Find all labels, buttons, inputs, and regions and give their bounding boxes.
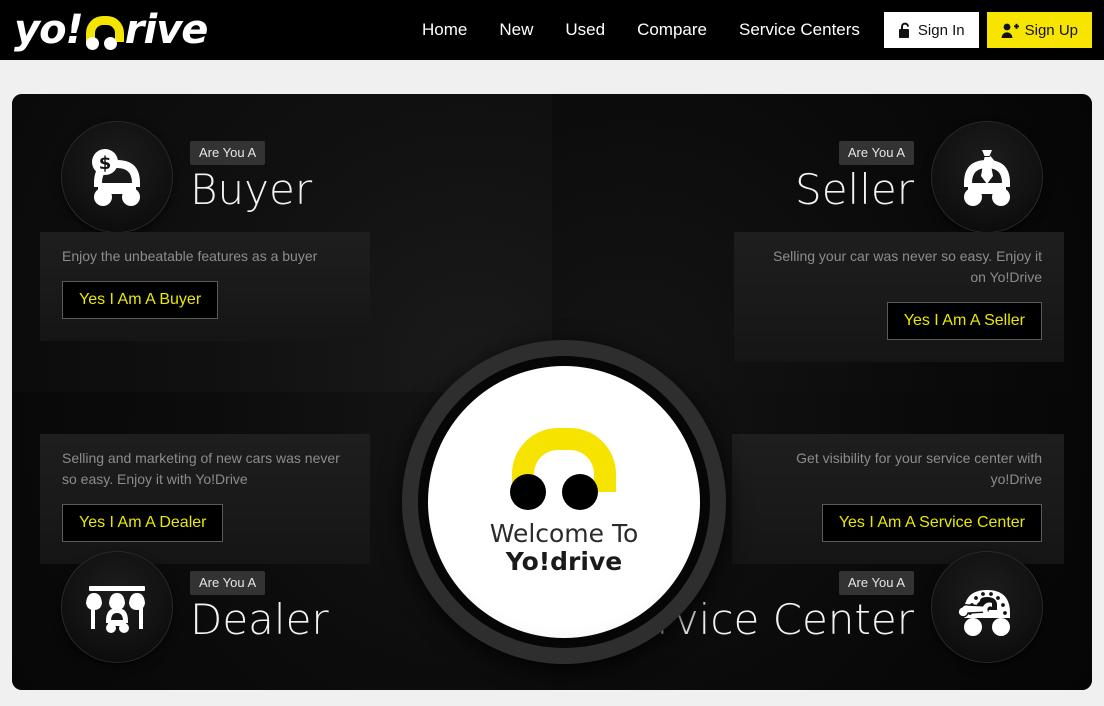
service-center-cta-button[interactable]: Yes I Am A Service Center bbox=[821, 504, 1042, 542]
nav-item-home[interactable]: Home bbox=[406, 0, 483, 60]
buyer-title-block: Are You A Buyer bbox=[190, 140, 313, 214]
dealer-badge: Are You A bbox=[190, 570, 266, 595]
car-shop-awning-icon bbox=[62, 552, 172, 662]
sign-up-button[interactable]: Sign Up bbox=[986, 12, 1092, 48]
buyer-body: Enjoy the unbeatable features as a buyer… bbox=[40, 232, 370, 341]
service-center-cta-wrap: Yes I Am A Service Center bbox=[754, 504, 1042, 542]
brand-name: Yo!drive bbox=[505, 547, 623, 576]
buyer-header: $ Are You A Buyer bbox=[34, 122, 340, 232]
welcome-medallion: Welcome To Yo!drive bbox=[402, 340, 726, 664]
sign-in-label: Sign In bbox=[917, 21, 965, 39]
seller-description: Selling your car was never so easy. Enjo… bbox=[773, 248, 1042, 285]
site-logo[interactable]: yo! rive bbox=[14, 0, 209, 60]
sign-in-button[interactable]: Sign In bbox=[883, 12, 979, 48]
sign-up-label: Sign Up bbox=[1024, 21, 1078, 39]
svg-text:$: $ bbox=[99, 153, 112, 174]
quadrant-buyer[interactable]: $ Are You A Buyer Enjoy the unbeatable f… bbox=[12, 94, 552, 392]
logo-car-icon bbox=[84, 16, 126, 50]
car-necktie-icon bbox=[932, 122, 1042, 232]
logo-text-pre: yo! bbox=[14, 7, 84, 53]
dealer-title: Dealer bbox=[190, 594, 329, 644]
nav-item-new[interactable]: New bbox=[483, 0, 549, 60]
dealer-body: Selling and marketing of new cars was ne… bbox=[40, 434, 370, 564]
brand-car-icon bbox=[506, 428, 622, 510]
site-header: yo! rive Home New Used Compare Service C… bbox=[0, 0, 1104, 60]
role-selection-panel: $ Are You A Buyer Enjoy the unbeatable f… bbox=[12, 94, 1092, 690]
logo-text-post: rive bbox=[124, 7, 209, 53]
medallion-inner: Welcome To Yo!drive bbox=[428, 366, 700, 638]
seller-cta-button[interactable]: Yes I Am A Seller bbox=[886, 302, 1042, 340]
car-dollar-icon: $ bbox=[62, 122, 172, 232]
nav-item-service-centers[interactable]: Service Centers bbox=[723, 0, 876, 60]
buyer-badge: Are You A bbox=[190, 140, 266, 165]
seller-title: Seller bbox=[795, 164, 914, 214]
buyer-cta-button[interactable]: Yes I Am A Buyer bbox=[62, 281, 219, 319]
service-center-badge: Are You A bbox=[838, 570, 914, 595]
medallion-ring: Welcome To Yo!drive bbox=[418, 356, 710, 648]
service-center-description: Get visibility for your service center w… bbox=[796, 450, 1042, 487]
seller-title-block: Are You A Seller bbox=[795, 140, 914, 214]
dealer-header: Are You A Dealer bbox=[34, 552, 357, 662]
nav-item-compare[interactable]: Compare bbox=[621, 0, 723, 60]
welcome-text: Welcome To bbox=[489, 519, 639, 548]
quadrant-seller[interactable]: Are You A Seller Selling your car was ne… bbox=[552, 94, 1092, 392]
seller-badge: Are You A bbox=[838, 140, 914, 165]
buyer-cta-wrap: Yes I Am A Buyer bbox=[62, 281, 348, 319]
dealer-description: Selling and marketing of new cars was ne… bbox=[62, 450, 340, 487]
main-navigation: Home New Used Compare Service Centers Si… bbox=[406, 0, 1104, 60]
dealer-title-block: Are You A Dealer bbox=[190, 570, 329, 644]
lock-icon bbox=[898, 22, 912, 39]
dealer-cta-button[interactable]: Yes I Am A Dealer bbox=[62, 504, 224, 542]
dealer-cta-wrap: Yes I Am A Dealer bbox=[62, 504, 348, 542]
buyer-description: Enjoy the unbeatable features as a buyer bbox=[62, 248, 318, 264]
seller-cta-wrap: Yes I Am A Seller bbox=[756, 302, 1042, 340]
service-center-body: Get visibility for your service center w… bbox=[732, 434, 1064, 564]
car-wrench-icon bbox=[932, 552, 1042, 662]
user-plus-icon bbox=[1001, 22, 1019, 39]
buyer-title: Buyer bbox=[190, 164, 313, 214]
seller-body: Selling your car was never so easy. Enjo… bbox=[734, 232, 1064, 362]
nav-item-used[interactable]: Used bbox=[549, 0, 621, 60]
seller-header: Are You A Seller bbox=[767, 122, 1070, 232]
